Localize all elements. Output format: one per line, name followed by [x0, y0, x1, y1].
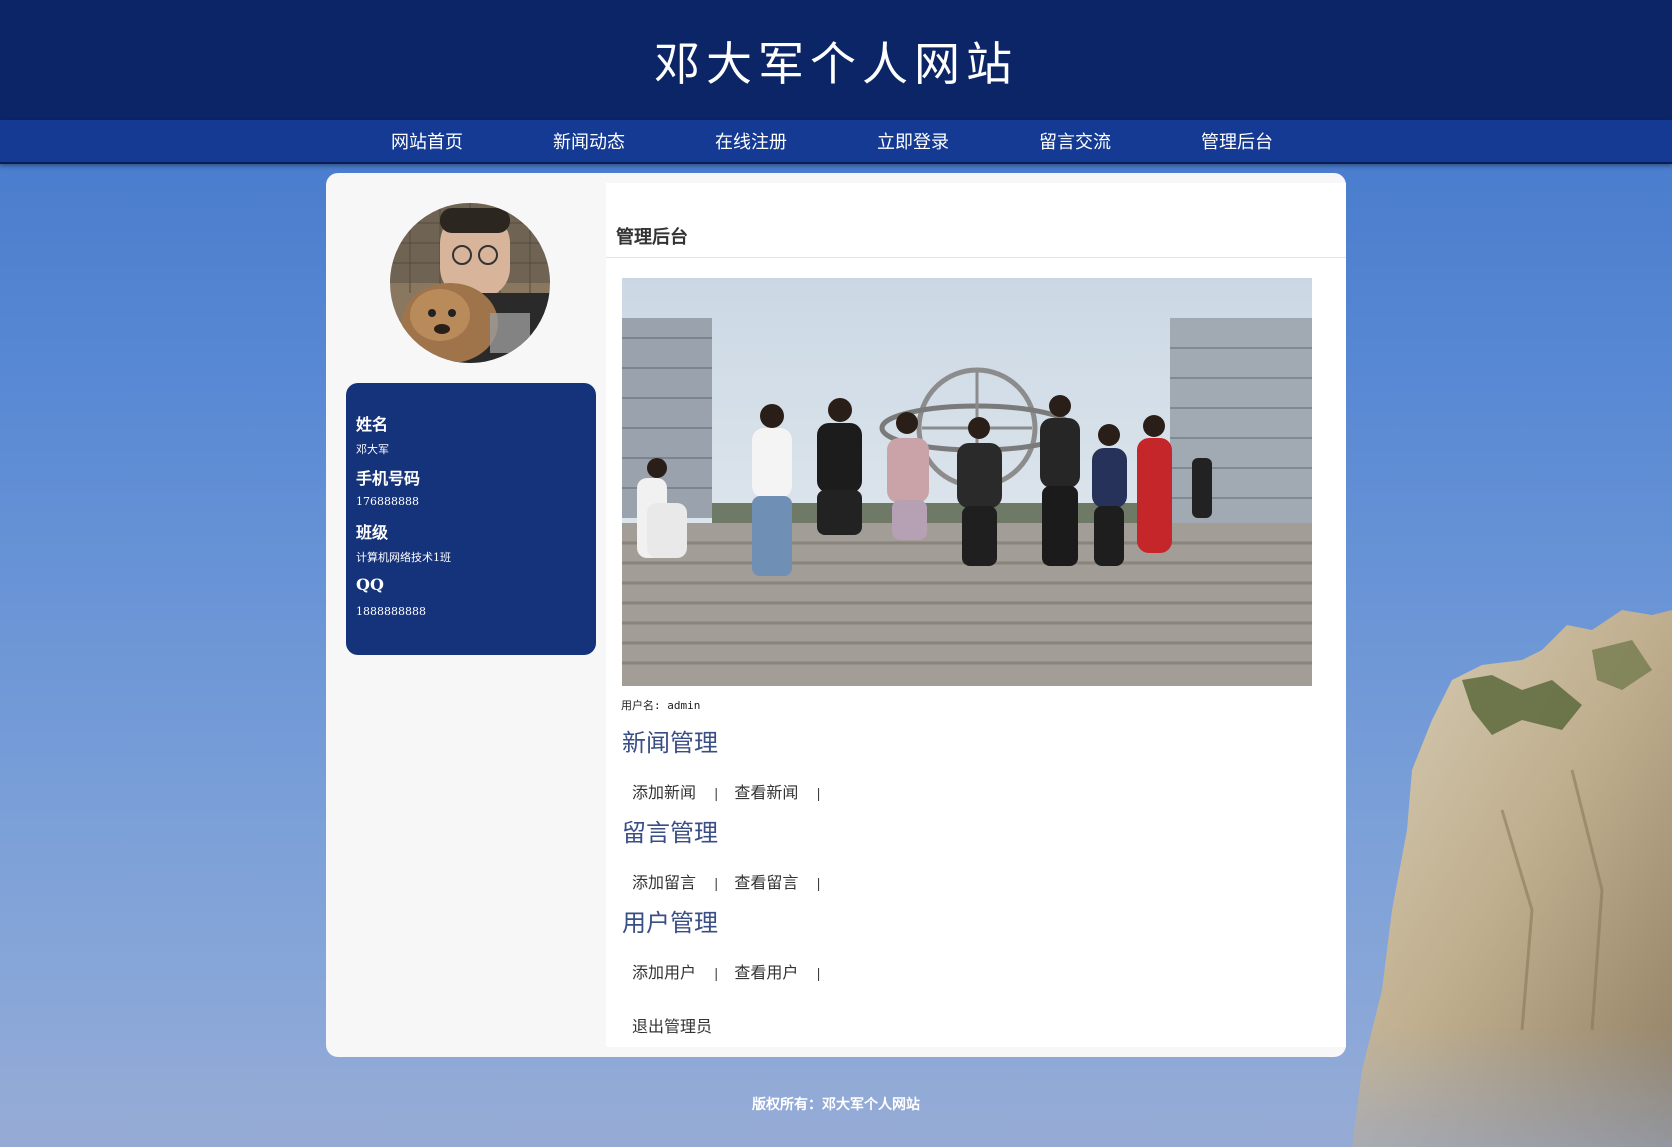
message-management-title: 留言管理 — [622, 819, 718, 847]
username-label: 用户名: admin — [621, 699, 701, 712]
profile-card: 姓名 邓大军 手机号码 176888888 班级 计算机网络技术1班 QQ 18… — [346, 383, 596, 655]
news-management-title: 新闻管理 — [622, 729, 718, 757]
main-panel: 管理后台 用户名: admin 新闻管理 添加新闻 | 查看新闻 | 留言管理 … — [606, 183, 1346, 1047]
separator: | — [816, 877, 821, 892]
news-management-links: 添加新闻 | 查看新闻 | — [632, 779, 837, 803]
name-label: 姓名 — [356, 415, 389, 434]
separator: | — [714, 787, 719, 802]
user-management-title: 用户管理 — [622, 909, 718, 937]
view-message-link[interactable]: 查看留言 — [734, 869, 798, 893]
add-news-link[interactable]: 添加新闻 — [632, 779, 696, 803]
name-value: 邓大军 — [356, 443, 389, 456]
divider — [606, 257, 1346, 258]
content-container: 姓名 邓大军 手机号码 176888888 班级 计算机网络技术1班 QQ 18… — [326, 173, 1346, 1057]
main-nav: 网站首页 新闻动态 在线注册 立即登录 留言交流 管理后台 — [0, 120, 1672, 164]
view-user-link[interactable]: 查看用户 — [734, 959, 798, 983]
separator: | — [816, 787, 821, 802]
nav-item-register[interactable]: 在线注册 — [691, 128, 811, 154]
separator: | — [816, 967, 821, 982]
site-header: 邓大军个人网站 — [0, 0, 1672, 120]
nav-item-guestbook[interactable]: 留言交流 — [1015, 128, 1135, 154]
view-news-link[interactable]: 查看新闻 — [734, 779, 798, 803]
page-title: 管理后台 — [616, 227, 688, 248]
avatar — [390, 203, 550, 363]
nav-item-admin[interactable]: 管理后台 — [1177, 128, 1297, 154]
qq-label: QQ — [356, 575, 384, 594]
nav-item-news[interactable]: 新闻动态 — [529, 128, 649, 154]
site-title: 邓大军个人网站 — [654, 37, 1018, 91]
qq-value: 1888888888 — [356, 605, 426, 618]
add-user-link[interactable]: 添加用户 — [632, 959, 696, 983]
separator: | — [714, 967, 719, 982]
sidebar: 姓名 邓大军 手机号码 176888888 班级 计算机网络技术1班 QQ 18… — [326, 173, 606, 1057]
message-management-links: 添加留言 | 查看留言 | — [632, 869, 837, 893]
phone-value: 176888888 — [356, 495, 419, 508]
group-photo — [622, 278, 1312, 686]
footer-copyright: 版权所有：邓大军个人网站 — [752, 1097, 920, 1113]
phone-label: 手机号码 — [356, 469, 421, 488]
add-message-link[interactable]: 添加留言 — [632, 869, 696, 893]
class-value: 计算机网络技术1班 — [356, 551, 451, 564]
separator: | — [714, 877, 719, 892]
nav-item-login[interactable]: 立即登录 — [853, 128, 973, 154]
user-management-links: 添加用户 | 查看用户 | — [632, 959, 837, 983]
logout-link[interactable]: 退出管理员 — [632, 1013, 712, 1037]
nav-item-home[interactable]: 网站首页 — [367, 128, 487, 154]
class-label: 班级 — [356, 523, 389, 542]
